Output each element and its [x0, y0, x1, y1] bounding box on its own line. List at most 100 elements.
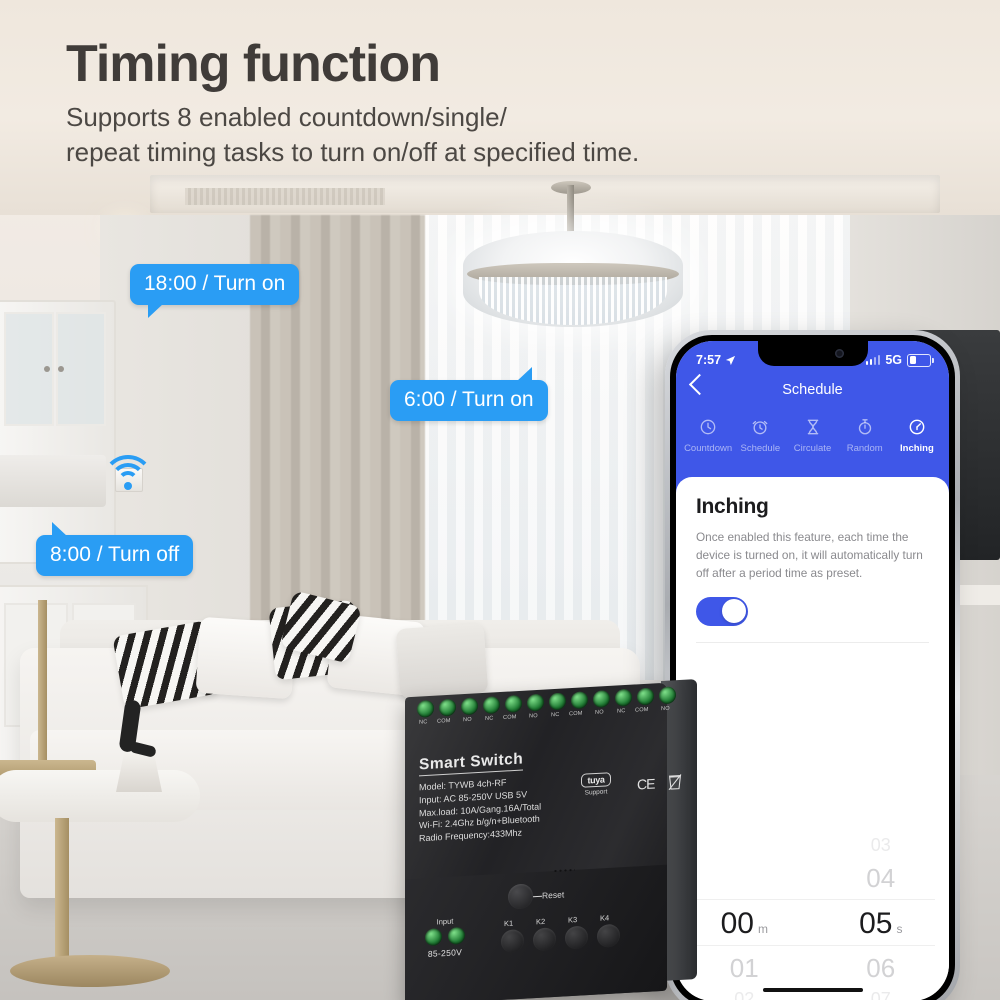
wifi-dot: [124, 482, 132, 490]
bubble-tail: [148, 303, 164, 318]
button-cap: [501, 929, 524, 954]
wall-shelf: [0, 455, 106, 507]
channel-button-k2[interactable]: K2: [533, 917, 556, 952]
home-indicator[interactable]: [762, 987, 863, 992]
terminal-screw: [527, 693, 544, 712]
cabinet-knob: [58, 366, 64, 372]
card-description: Once enabled this feature, each time the…: [696, 530, 923, 580]
terminal-screw: [637, 687, 654, 706]
tuya-logo: tuya: [580, 772, 612, 788]
channel-label: K2: [536, 916, 546, 927]
seconds-below-1: 06: [866, 953, 896, 983]
cabinet-knob: [44, 366, 50, 372]
tab-label: Countdown: [684, 443, 733, 454]
ceiling-vent: [185, 188, 385, 205]
status-bar-right: 5G: [865, 353, 934, 367]
wifi-icon: [102, 455, 154, 495]
channel-label: K3: [568, 915, 578, 925]
status-bar-time: 7:57: [696, 353, 722, 367]
button-cap: [565, 925, 588, 950]
ce-mark: CE: [637, 775, 655, 793]
page-title: Timing function: [66, 35, 441, 93]
seconds-selected: 05 s: [813, 907, 950, 941]
chandelier: [455, 181, 690, 327]
alarm-clock-icon: [752, 420, 768, 435]
callout-text: 8:00 / Turn off: [50, 543, 180, 566]
callout-bubble-turn-on-1800: 18:00 / Turn on: [130, 264, 300, 318]
weee-bin-icon: [668, 774, 682, 791]
terminal-screw: [615, 688, 632, 707]
figurine-plinth: [116, 752, 162, 792]
tab-schedule[interactable]: Schedule: [734, 417, 786, 454]
terminal-screw: [593, 690, 610, 708]
channel-label: K4: [600, 913, 610, 923]
terminal-screw: [461, 697, 478, 716]
inching-toggle[interactable]: [696, 596, 748, 626]
time-picker[interactable]: 00 m 01 02 03 04 05 s 06 07: [676, 835, 950, 1000]
terminal-label-no: NO: [529, 713, 538, 720]
tuya-brand-badge: tuya Support: [565, 768, 627, 797]
input-screw: [448, 926, 465, 945]
seconds-value: 05: [859, 907, 893, 940]
card-title: Inching: [696, 495, 769, 518]
minutes-value: 00: [720, 907, 754, 940]
phone-notch: [757, 341, 868, 366]
network-type-label: 5G: [885, 353, 902, 367]
bubble-tail: [52, 522, 68, 537]
channel-button-k3[interactable]: K3: [565, 915, 588, 950]
tab-random[interactable]: Random: [839, 417, 891, 454]
table-base: [10, 955, 170, 987]
toggle-knob: [721, 599, 746, 624]
terminal-group: NC COM NO: [615, 686, 676, 715]
channel-button-k1[interactable]: K1: [501, 919, 524, 954]
status-bar-left: 7:57: [696, 353, 736, 367]
channel-button-k4[interactable]: K4: [597, 913, 620, 948]
side-table: [0, 770, 200, 822]
chevron-left-icon[interactable]: [688, 373, 711, 396]
terminal-label-no: NO: [463, 716, 472, 724]
tab-inching[interactable]: Inching: [891, 417, 943, 454]
front-camera: [834, 349, 844, 358]
phone-bezel: 7:57 5G Schedule Countdown Schedule Circ…: [670, 335, 955, 1000]
tab-countdown[interactable]: Countdown: [682, 417, 734, 454]
input-terminal-block: Input 85-250V: [415, 915, 475, 959]
callout-text: 18:00 / Turn on: [144, 272, 286, 295]
button-cap: [597, 923, 620, 948]
sculpture-figurine: [112, 699, 162, 792]
card-divider: [696, 641, 929, 643]
clock-icon: [700, 419, 716, 435]
terminal-label-com: COM: [437, 717, 451, 725]
terminal-label-com: COM: [569, 710, 583, 718]
seconds-above-2: 04: [866, 863, 896, 893]
terminal-label-nc: NC: [551, 711, 560, 719]
table-leg: [55, 818, 69, 968]
tab-circulate[interactable]: Circulate: [786, 417, 838, 454]
channel-label: K1: [504, 918, 514, 929]
floor-lamp-pole: [38, 600, 47, 780]
terminal-screw: [439, 698, 456, 717]
button-cap: [533, 927, 556, 952]
nav-title: Schedule: [782, 382, 843, 398]
terminal-screw: [417, 699, 434, 718]
phone-screen: 7:57 5G Schedule Countdown Schedule Circ…: [676, 341, 949, 1000]
location-arrow-icon: [725, 355, 736, 365]
callout-text: 6:00 / Turn on: [404, 388, 534, 411]
input-screw: [425, 928, 442, 947]
inching-card: Inching Once enabled this feature, each …: [676, 477, 949, 1000]
terminal-label-no: NO: [595, 709, 604, 716]
smartphone-mockup: 7:57 5G Schedule Countdown Schedule Circ…: [665, 330, 960, 1000]
seconds-column[interactable]: 03 04 05 s 06 07: [813, 835, 950, 1000]
input-screws: [415, 926, 475, 947]
callout-bubble-turn-on-600: 6:00 / Turn on: [390, 367, 548, 421]
terminal-screw: [659, 686, 676, 705]
tab-label: Circulate: [793, 443, 832, 454]
terminal-label-nc: NC: [419, 719, 428, 726]
terminal-screw: [483, 696, 500, 715]
headline-block: Timing function Supports 8 enabled count…: [66, 38, 896, 169]
terminal-group: NC COM NO: [483, 693, 544, 722]
inching-timer-icon: [909, 419, 925, 435]
terminal-screw: [505, 694, 522, 713]
seconds-above-1: 03: [870, 835, 891, 855]
reset-label: Reset: [542, 889, 565, 901]
terminal-screw: [549, 692, 566, 711]
